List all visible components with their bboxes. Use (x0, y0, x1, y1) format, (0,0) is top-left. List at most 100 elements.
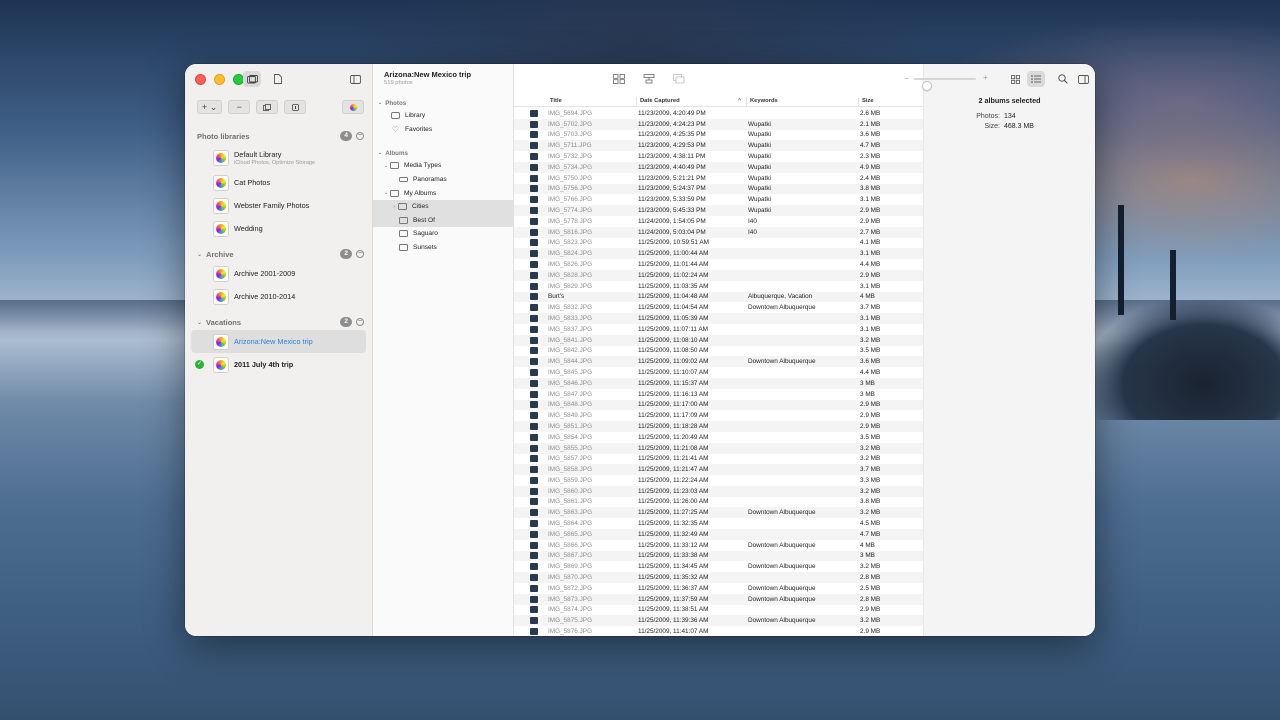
tree-item-media-types[interactable]: ⌄ Media Types (373, 159, 513, 173)
table-row[interactable]: IMG_5866.JPG 11/25/2009, 11:33:12 AM Downt… (514, 540, 923, 551)
table-row[interactable]: IMG_5703.JPG 11/23/2009, 4:25:35 PM Wupatk… (514, 130, 923, 141)
table-row[interactable]: IMG_5869.JPG 11/25/2009, 11:34:45 AM Downt… (514, 561, 923, 572)
column-keywords-header[interactable]: Keywords (750, 98, 778, 104)
table-row[interactable]: IMG_5855.JPG 11/25/2009, 11:21:08 AM 3.2 M… (514, 442, 923, 454)
table-row[interactable]: IMG_5873.JPG 11/25/2009, 11:37:59 AM Downt… (514, 593, 923, 605)
tree-item-favorites[interactable]: ♡ Favorites (373, 123, 513, 137)
column-separator[interactable] (636, 97, 637, 106)
library-item-open[interactable]: ✓ 2011 July 4th trip (191, 353, 366, 376)
table-row[interactable]: IMG_5872.JPG 11/25/2009, 11:36:37 AM Downt… (514, 583, 923, 594)
table-row[interactable]: IMG_5824.JPG 11/25/2009, 11:00:44 AM 3.1 M… (514, 248, 923, 260)
list-icon[interactable] (1027, 71, 1045, 87)
remove-section-icon[interactable]: − (356, 250, 364, 258)
table-row[interactable]: IMG_5857.JPG 11/25/2009, 11:21:41 AM 3.2 M… (514, 454, 923, 465)
close-window-button[interactable] (195, 74, 206, 85)
tree-item-saguaro[interactable]: Saguaro (373, 227, 513, 241)
library-item[interactable]: Archive 2010-2014 (191, 285, 366, 308)
column-size-header[interactable]: Size (862, 98, 874, 104)
stack-icon[interactable] (671, 71, 687, 87)
table-row[interactable]: IMG_5841.JPG 11/25/2009, 11:08:10 AM 3.2 M… (514, 334, 923, 346)
table-row[interactable]: IMG_5833.JPG 11/25/2009, 11:05:39 AM 3.1 M… (514, 313, 923, 324)
table-row[interactable]: IMG_5867.JPG 11/25/2009, 11:33:38 AM 3 MB (514, 550, 923, 562)
zoom-in-icon[interactable]: + (983, 73, 988, 82)
table-row[interactable]: IMG_5826.JPG 11/25/2009, 11:01:44 AM 4.4 M… (514, 259, 923, 270)
table-row[interactable]: IMG_5876.JPG 11/25/2009, 11:41:07 AM 2.9 M… (514, 626, 923, 636)
remove-section-icon[interactable]: − (356, 318, 364, 326)
hierarchy-icon[interactable] (641, 71, 657, 87)
tree-item-sunsets[interactable]: Sunsets (373, 241, 513, 255)
table-row[interactable]: IMG_5870.JPG 11/25/2009, 11:35:32 AM 2.8 M… (514, 572, 923, 584)
tree-item-my-albums[interactable]: ⌄ My Albums (373, 186, 513, 200)
library-item[interactable]: Wedding (191, 217, 366, 240)
table-row[interactable]: Burt's 11/25/2009, 11:04:48 AM Albuquerque… (514, 291, 923, 303)
column-date-header[interactable]: Date Captured (640, 98, 680, 104)
table-row[interactable]: IMG_5816.JPG 11/24/2009, 5:03:04 PM I40 2.7… (514, 226, 923, 238)
library-item[interactable]: Default Library iCloud Photos, Optimize S… (191, 144, 366, 171)
table-row[interactable]: IMG_5844.JPG 11/25/2009, 11:09:02 AM Downt… (514, 356, 923, 368)
table-row[interactable]: IMG_5829.JPG 11/25/2009, 11:03:35 AM 3.1 M… (514, 281, 923, 292)
table-row[interactable]: IMG_5854.JPG 11/25/2009, 11:20:49 AM 3.5 M… (514, 432, 923, 443)
column-separator[interactable] (746, 97, 747, 106)
table-row[interactable]: IMG_5851.JPG 11/25/2009, 11:18:28 AM 2.9 M… (514, 421, 923, 432)
remove-library-button[interactable]: − (228, 100, 251, 114)
minimize-window-button[interactable] (214, 74, 225, 85)
chevron-right-icon[interactable]: › (390, 204, 398, 210)
photos-icon[interactable] (243, 71, 261, 87)
thumbnail-size-slider[interactable] (914, 78, 976, 91)
table-row[interactable]: IMG_5832.JPG 11/25/2009, 11:04:54 AM Downt… (514, 302, 923, 313)
inspector-icon[interactable] (1074, 71, 1092, 87)
chevron-down-icon[interactable]: ⌄ (197, 251, 202, 258)
table-row[interactable]: IMG_5842.JPG 11/25/2009, 11:08:50 AM 3.5 M… (514, 346, 923, 357)
tree-section-albums[interactable]: ⌄ Albums (373, 147, 513, 159)
table-row[interactable]: IMG_5861.JPG 11/25/2009, 11:26:00 AM 3.8 M… (514, 497, 923, 508)
table-row[interactable]: IMG_5837.JPG 11/25/2009, 11:07:11 AM 3.1 M… (514, 324, 923, 335)
grid-icon[interactable] (611, 71, 627, 87)
tree-section-photos[interactable]: ⌄ Photos (373, 97, 513, 109)
zoom-out-icon[interactable]: − (904, 74, 909, 83)
chevron-down-icon[interactable]: ⌄ (382, 163, 390, 169)
table-row[interactable]: IMG_5756.JPG 11/23/2009, 5:24:37 PM Wupatk… (514, 183, 923, 195)
library-item-selected[interactable]: Arizona:New Mexico trip (191, 330, 366, 353)
table-row[interactable]: IMG_5750.JPG 11/23/2009, 5:21:21 PM Wupatk… (514, 173, 923, 184)
photos-app-button[interactable] (342, 100, 364, 114)
table-row[interactable]: IMG_5858.JPG 11/25/2009, 11:21:47 AM 3.7 M… (514, 464, 923, 476)
table-row[interactable]: IMG_5860.JPG 11/25/2009, 11:23:03 AM 3.2 M… (514, 485, 923, 497)
table-row[interactable]: IMG_5823.JPG 11/25/2009, 10:59:51 AM 4.1 M… (514, 238, 923, 249)
table-row[interactable]: IMG_5702.JPG 11/23/2009, 4:24:23 PM Wupatk… (514, 118, 923, 130)
table-row[interactable]: IMG_5849.JPG 11/25/2009, 11:17:09 AM 2.9 M… (514, 410, 923, 421)
chevron-down-icon[interactable]: ⌄ (378, 150, 382, 156)
table-row[interactable]: IMG_5864.JPG 11/25/2009, 11:32:35 AM 4.5 M… (514, 518, 923, 529)
column-separator[interactable] (858, 97, 859, 106)
section-archive[interactable]: ⌄ Archive 2− (185, 246, 372, 262)
chevron-down-icon[interactable]: ⌄ (197, 319, 202, 326)
table-row[interactable]: IMG_5774.JPG 11/23/2009, 5:45:33 PM Wupatk… (514, 205, 923, 216)
sidebar-toggle-icon[interactable] (346, 71, 364, 87)
table-row[interactable]: IMG_5845.JPG 11/25/2009, 11:10:07 AM 4.4 M… (514, 367, 923, 378)
library-item[interactable]: Archive 2001-2009 (191, 262, 366, 285)
add-library-button[interactable]: + ⌄ (197, 100, 223, 114)
section-vacations[interactable]: ⌄ Vacations 2− (185, 314, 372, 330)
chevron-down-icon[interactable]: ⌄ (378, 100, 382, 106)
duplicate-icon[interactable] (256, 100, 279, 114)
slider-knob[interactable] (922, 80, 932, 91)
info-icon[interactable] (284, 100, 307, 114)
library-item[interactable]: Webster Family Photos (191, 194, 366, 217)
table-row[interactable]: IMG_5847.JPG 11/25/2009, 11:16:13 AM 3 MB (514, 389, 923, 400)
table-row[interactable]: IMG_5865.JPG 11/25/2009, 11:32:49 AM 4.7 M… (514, 529, 923, 540)
search-icon[interactable] (1054, 71, 1072, 87)
table-row[interactable]: IMG_5734.JPG 11/23/2009, 4:40:49 PM Wupatk… (514, 161, 923, 173)
document-icon[interactable] (269, 71, 287, 87)
table-row[interactable]: IMG_5766.JPG 11/23/2009, 5:33:59 PM Wupatk… (514, 194, 923, 205)
tree-item-library[interactable]: Library (373, 109, 513, 123)
column-title-header[interactable]: Title (550, 98, 562, 104)
table-row[interactable]: IMG_5848.JPG 11/25/2009, 11:17:00 AM 2.9 M… (514, 399, 923, 411)
tree-item-cities[interactable]: › Cities (373, 199, 513, 214)
table-row[interactable]: IMG_5778.JPG 11/24/2009, 1:54:05 PM I40 2.9… (514, 216, 923, 227)
section-photo-libraries[interactable]: Photo libraries 4− (185, 128, 372, 144)
table-row[interactable]: IMG_5828.JPG 11/25/2009, 11:02:24 AM 2.9 M… (514, 269, 923, 281)
tree-item-best-of[interactable]: Best Of (373, 213, 513, 228)
table-row[interactable]: IMG_5846.JPG 11/25/2009, 11:15:37 AM 3 MB (514, 377, 923, 389)
chevron-down-icon[interactable]: ⌄ (382, 190, 390, 196)
table-row[interactable]: IMG_5694.JPG 11/23/2009, 4:20:49 PM 2.6 MB (514, 108, 923, 119)
table-row[interactable]: IMG_5732.JPG 11/23/2009, 4:38:11 PM Wupatk… (514, 151, 923, 162)
